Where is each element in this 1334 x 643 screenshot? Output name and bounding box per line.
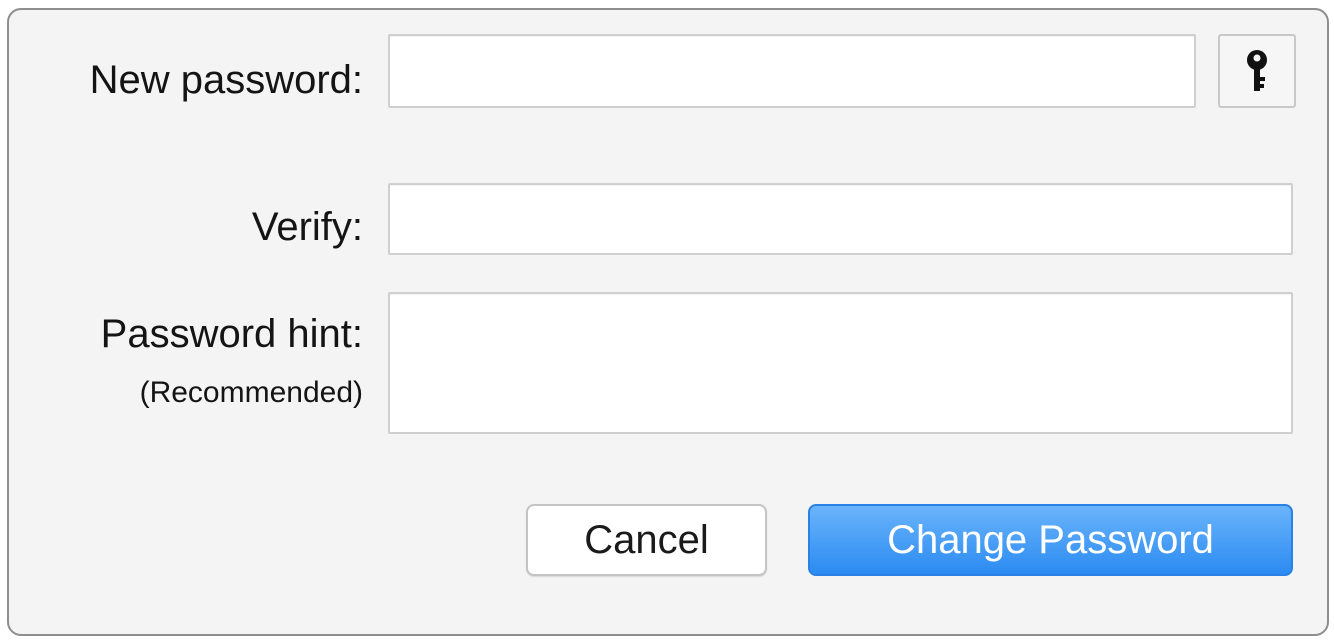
verify-field[interactable]: [388, 183, 1293, 255]
key-icon: [1247, 50, 1267, 91]
cancel-button[interactable]: Cancel: [526, 504, 767, 576]
password-hint-field[interactable]: [388, 292, 1293, 434]
verify-label: Verify:: [251, 205, 363, 249]
password-hint-label: Password hint:: [100, 312, 363, 356]
change-password-button[interactable]: Change Password: [808, 504, 1293, 576]
password-hint-recommended-label: (Recommended): [139, 376, 363, 409]
password-assistant-button[interactable]: [1218, 34, 1296, 108]
new-password-field[interactable]: [388, 34, 1196, 108]
change-password-dialog: New password: Verify: Password hint: (Re…: [7, 8, 1329, 636]
new-password-label: New password:: [89, 58, 363, 102]
